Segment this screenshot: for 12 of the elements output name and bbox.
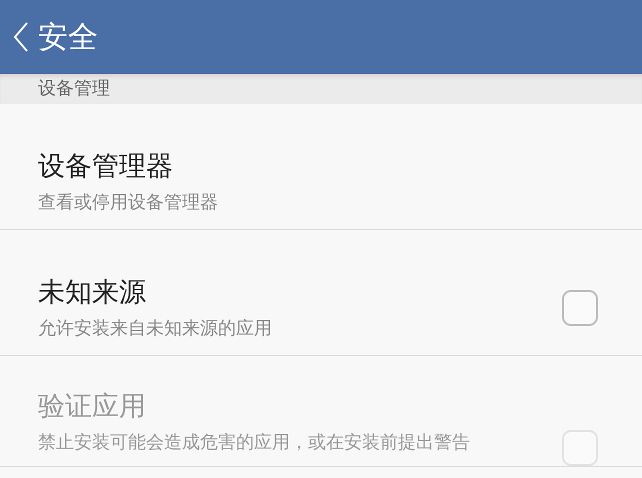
item-title: 验证应用 (38, 390, 147, 424)
item-subtitle: 允许安装来自未知来源的应用 (38, 316, 273, 340)
screen-title: 安全 (38, 18, 98, 56)
settings-item[interactable]: 未知来源 允许安装来自未知来源的应用 (0, 230, 642, 356)
item-title: 未知来源 (38, 276, 147, 310)
item-subtitle: 禁止安装可能会造成危害的应用，或在安装前提出警告 (38, 431, 471, 455)
back-icon[interactable] (12, 21, 30, 53)
checkbox[interactable] (562, 290, 598, 326)
section-header: 设备管理 (38, 78, 110, 99)
item-title: 设备管理器 (38, 150, 174, 184)
item-subtitle: 查看或停用设备管理器 (38, 190, 219, 214)
settings-item[interactable]: 设备管理器 查看或停用设备管理器 (0, 104, 642, 230)
